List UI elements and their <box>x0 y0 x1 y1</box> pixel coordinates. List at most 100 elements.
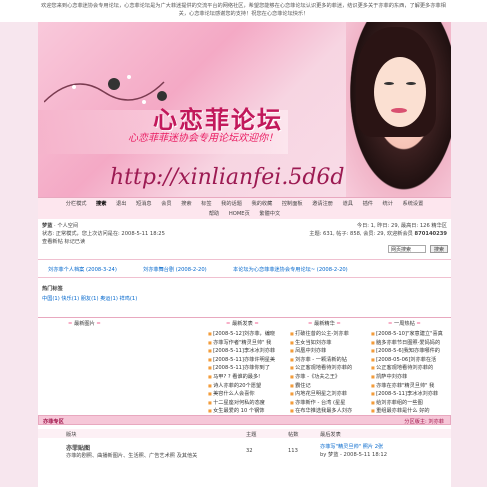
column-header-label: 最新发表 <box>232 321 253 327</box>
announcement-link[interactable]: 刘亦菲个人档案 (2008-3-24) <box>48 266 117 273</box>
list-item[interactable]: 亦菲在亦菲"精灵旦帅" 我 <box>371 382 451 391</box>
list-item[interactable]: 亦菲 -《功夫之王》 <box>290 373 370 382</box>
column-header-essence: = 最新精华 = <box>308 321 341 327</box>
search-type-select[interactable]: 网页搜索 <box>388 245 426 253</box>
list-item[interactable]: [2008-5-10]"家意建立"喜真 <box>371 330 451 339</box>
week-hot-list: [2008-5-10]"家意建立"喜真 脑多亦菲节日图照-爱妈妈的 [2008-… <box>371 330 451 416</box>
section-moderator[interactable]: 分区版主: 刘亦菲 <box>404 418 444 425</box>
page: 欢迎您来到心恋菲迷协会专用论坛，心恋菲论坛是为广大菲迷提供的交流平台的网络社区，… <box>0 0 487 487</box>
forum-stats: 主题: 631, 帖子: 858, 会员: 29, 欢迎新会员 87014023… <box>309 230 447 237</box>
portrait-eye <box>406 82 416 85</box>
list-item[interactable]: [2008-05-06]刘亦菲在活 <box>371 356 451 365</box>
list-item[interactable]: 生女当如刘亦菲 <box>290 339 370 348</box>
welcome-text-2: 关，心恋菲论坛感谢您的支持！祝您在心恋菲论坛快乐！ <box>178 11 309 17</box>
last-post-meta: by 梦蓝 - 2008-5-11 18:12 <box>320 452 388 458</box>
list-item[interactable]: [2008-5-6]我知亦菲哪件的 <box>371 347 451 356</box>
list-item[interactable]: 凯萨中刘亦菲 <box>371 373 451 382</box>
forum-name-link[interactable]: 亦菲贴图 <box>66 443 90 452</box>
announcements-bar: 刘亦菲个人档案 (2008-3-24) 刘亦菲舞台剧 (2008-2-20) 本… <box>38 261 451 278</box>
column-header-label: 一周热帖 <box>394 321 415 327</box>
list-item[interactable]: 给刘亦菲组的一些图 <box>371 399 451 408</box>
col-posts: 帖数 <box>288 432 299 438</box>
column-header-week: = 一周热帖 = <box>388 321 421 327</box>
list-item[interactable]: 十二星座对何私的态度 <box>208 399 288 408</box>
column-header-images: = 最新图片 = <box>68 321 101 327</box>
list-item[interactable]: [2008-5-11]李冰冰刘亦菲 <box>371 390 451 399</box>
nav-item[interactable]: 邀请注册 <box>312 200 333 207</box>
list-item[interactable]: 打破往昔的公主-刘亦菲 <box>290 330 370 339</box>
nav-item[interactable]: 短消息 <box>136 200 152 207</box>
hot-tags-title: 热门标签 <box>42 286 63 292</box>
nav-item[interactable]: 系统设置 <box>403 200 424 207</box>
nav-item[interactable]: 我的话题 <box>221 200 242 207</box>
username[interactable]: 梦蓝 <box>42 223 52 229</box>
nav-item[interactable]: 搜索 <box>181 200 191 207</box>
header-banner: 心恋菲论坛 心恋菲菲迷协会专用论坛欢迎你！ http://xinlianfei.… <box>38 22 451 197</box>
list-item[interactable]: 亦菲新作 - 台湾 (星星 <box>290 399 370 408</box>
nav-item[interactable]: 搜索 <box>96 200 106 207</box>
table-row: 亦菲贴图 亦菲的剧照、曲播新图片、生活照、广告艺术照 及其他关 32 113 亦… <box>38 441 451 487</box>
column-header-label: 最新图片 <box>74 321 95 327</box>
forum-topic-count: 32 <box>246 448 253 454</box>
essence-posts-list: 打破往昔的公主-刘亦菲 生女当如刘亦菲 凤凰中刘亦菲 刘亦菲 - 一颗清新的钻 … <box>290 330 370 416</box>
main-nav: 分栏模式 搜索 退出 短消息 会员 搜索 标签 我的话题 我的收藏 控制面板 邀… <box>38 197 451 220</box>
list-item[interactable]: 霸住记 <box>290 382 370 391</box>
nav-item[interactable]: 退出 <box>116 200 126 207</box>
hot-tags: 热门标签 中国(1) 快乐(1) 朋友(1) 奥运(1) 祥鸡(1) <box>38 281 451 311</box>
forum-description: 亦菲的剧照、曲播新图片、生活照、广告艺术照 及其他关 <box>66 453 198 459</box>
list-item[interactable]: [2008-5-11]亦菲许明星美 <box>208 356 288 365</box>
section-title[interactable]: 亦菲专区 <box>43 418 64 425</box>
list-item[interactable]: [2008-5-11]李冰冰刘亦菲 <box>208 347 288 356</box>
list-item[interactable]: [2008-5-12]刘亦菲，编晓 <box>208 330 288 339</box>
main-content: 梦蓝 · 个人空间 状态: 正常模式，您上次访问是在: 2008-5-11 18… <box>38 219 451 487</box>
list-item[interactable]: 内地花旦明星之刘亦菲 <box>290 390 370 399</box>
user-panel: 梦蓝 · 个人空间 状态: 正常模式，您上次访问是在: 2008-5-11 18… <box>38 219 451 260</box>
list-item[interactable]: 美容什么人会喜你 <box>208 390 288 399</box>
user-status: 状态: 正常模式，您上次访问是在: 2008-5-11 18:25 <box>42 231 165 237</box>
nav-item[interactable]: 插件 <box>363 200 373 207</box>
last-post-link[interactable]: 亦菲写"精灵旦帅" 照片 2张 <box>320 443 383 450</box>
nav-item[interactable]: 会员 <box>161 200 171 207</box>
nav-row-secondary: 帮助 HOME页 繁體中文 <box>38 210 451 217</box>
search-button[interactable]: 搜索 <box>430 245 448 253</box>
nav-item[interactable]: 分栏模式 <box>66 200 87 207</box>
nav-item[interactable]: HOME页 <box>229 210 250 217</box>
nav-item[interactable]: 控制面板 <box>282 200 303 207</box>
list-item[interactable]: 诗人亦菲的20个愿望 <box>208 382 288 391</box>
personal-space-link[interactable]: · 个人空间 <box>54 223 78 229</box>
list-item[interactable]: 公正客观地看待刘亦菲的 <box>371 364 451 373</box>
list-item[interactable]: 脑多亦菲节日图照-爱妈妈的 <box>371 339 451 348</box>
column-header-newest: = 最新发表 = <box>226 321 259 327</box>
col-forum: 版块 <box>66 432 77 438</box>
list-item[interactable]: 刘亦菲 - 一颗清新的钻 <box>290 356 370 365</box>
col-last-post: 最后发表 <box>320 432 341 438</box>
forum-section-header: 亦菲专区 分区版主: 刘亦菲 <box>38 415 451 425</box>
forum-post-count: 113 <box>288 448 298 454</box>
nav-item[interactable]: 繁體中文 <box>259 210 280 217</box>
list-item[interactable]: 亦菲写作者"精灵旦帅" 我 <box>208 339 288 348</box>
welcome-bar: 欢迎您来到心恋菲迷协会专用论坛，心恋菲论坛是为广大菲迷提供的交流平台的网络社区，… <box>0 0 487 22</box>
column-header-label: 最新精华 <box>314 321 335 327</box>
welcome-text-1: 欢迎您来到心恋菲迷协会专用论坛，心恋菲论坛是为广大菲迷提供的交流平台的网络社区，… <box>41 3 446 9</box>
portrait-eye <box>384 82 394 85</box>
nav-item[interactable]: 标签 <box>201 200 211 207</box>
portrait-lips <box>391 108 407 113</box>
portrait-image <box>346 22 451 197</box>
list-item[interactable]: 公正客观地看待刘亦菲的 <box>290 364 370 373</box>
list-item[interactable]: 马甲? ? 看谁的最多! <box>208 373 288 382</box>
user-name-line: 梦蓝 · 个人空间 <box>42 222 78 229</box>
forum-stats-text: 主题: 631, 帖子: 858, 会员: 29, 欢迎新会员 <box>309 231 413 237</box>
hot-tags-list[interactable]: 中国(1) 快乐(1) 朋友(1) 奥运(1) 祥鸡(1) <box>42 295 137 302</box>
list-item[interactable]: 凤凰中刘亦菲 <box>290 347 370 356</box>
announcement-link[interactable]: 刘亦菲舞台剧 (2008-2-20) <box>143 266 207 273</box>
list-item[interactable]: [2008-5-11]亦菲你到了 <box>208 364 288 373</box>
nav-item[interactable]: 我的收藏 <box>252 200 273 207</box>
nav-item[interactable]: 统计 <box>383 200 393 207</box>
newest-member-link[interactable]: 870140239 <box>415 231 448 237</box>
newest-posts-list: [2008-5-12]刘亦菲，编晓 亦菲写作者"精灵旦帅" 我 [2008-5-… <box>208 330 288 416</box>
announcement-link[interactable]: 本论坛为心恋菲菲迷协会专用论坛~ (2008-2-20) <box>233 266 348 273</box>
nav-item[interactable]: 道具 <box>343 200 353 207</box>
nav-item[interactable]: 帮助 <box>209 210 219 217</box>
view-new-posts-link[interactable]: 查看新帖 标记已读 <box>42 238 85 245</box>
nav-row-primary: 分栏模式 搜索 退出 短消息 会员 搜索 标签 我的话题 我的收藏 控制面板 邀… <box>38 200 451 207</box>
